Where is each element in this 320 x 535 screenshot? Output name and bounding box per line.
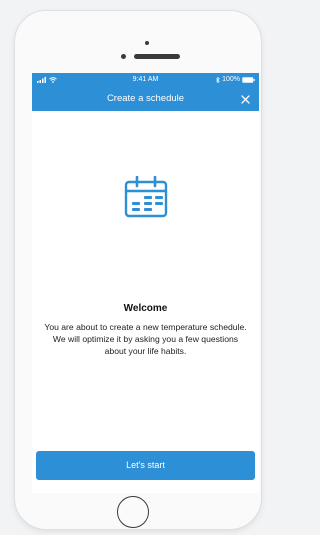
calendar-icon: [124, 176, 168, 218]
bluetooth-icon: [216, 77, 220, 83]
earpiece-speaker: [134, 54, 180, 59]
welcome-heading: Welcome: [123, 303, 168, 314]
page-title: Create a schedule: [106, 93, 185, 104]
status-right: 100%: [216, 73, 255, 87]
battery-percent: 100%: [222, 76, 240, 83]
close-icon: [240, 94, 250, 104]
nav-bar: Create a schedule: [32, 87, 259, 111]
lets-start-button[interactable]: Let's start: [36, 451, 255, 480]
battery-icon: [242, 77, 255, 83]
front-camera: [145, 41, 149, 45]
proximity-sensor: [121, 54, 126, 59]
phone-screen: 9:41 AM 100% Create a schedule Welcome Y…: [32, 73, 259, 493]
close-button[interactable]: [237, 91, 253, 107]
status-bar: 9:41 AM 100%: [32, 73, 259, 87]
welcome-description: You are about to create a new temperatur…: [44, 322, 247, 356]
home-button[interactable]: [117, 496, 149, 528]
